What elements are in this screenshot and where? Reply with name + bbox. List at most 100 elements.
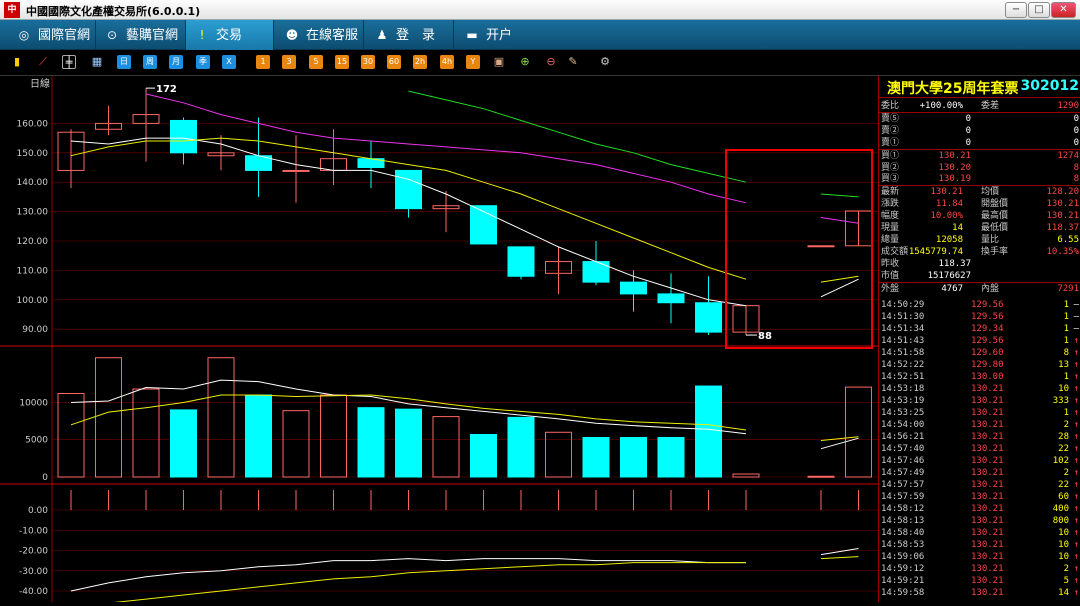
nav-official-site[interactable]: ◎ 國際官網 [8, 20, 96, 50]
candle-body [657, 293, 685, 304]
quote-value: 0 [965, 137, 971, 148]
calendar-icon[interactable]: ▦ [90, 55, 104, 69]
tick-price: 129.34 [971, 324, 1004, 334]
tick-time: 14:57:57 [881, 480, 925, 490]
tick-direction: — [1073, 324, 1079, 334]
quote-panel: 澳門大學25周年套票 302012 委比 +100.00% 委差 1290 賣⑤ 0 0 賣②… [878, 76, 1080, 602]
volume-bar [170, 409, 197, 478]
macd-tick-label: -30.00 [19, 567, 48, 577]
tick-volume: 1 [1063, 408, 1069, 418]
minute-60-button[interactable]: 60 [387, 55, 401, 69]
tick-volume: 10 [1058, 384, 1069, 394]
period-week-button[interactable]: 周 [143, 55, 157, 69]
quote-value-2: 8 [1073, 162, 1079, 173]
quote-row: 賣② 0 0 [879, 125, 1080, 137]
kline-chart-svg[interactable]: 日線 160.00 150.00 140.00 130.00 120.00 110.00 1… [0, 76, 878, 606]
tick-direction: ↑ [1073, 588, 1079, 598]
trade-tick-row: 14:57:57 130.21 22 ↑ [879, 479, 1080, 491]
quote-value: 10.00% [930, 211, 963, 222]
nav-label: 國際官網 [38, 28, 91, 43]
gear-icon[interactable]: ⚙ [598, 55, 612, 69]
quote-label-2: 量比 [981, 234, 1000, 245]
bar-chart-icon[interactable]: ▮ [10, 55, 24, 69]
maximize-button[interactable]: □ [1028, 2, 1050, 18]
hour-4-button[interactable]: 4h [440, 55, 454, 69]
volume-bar [395, 408, 422, 478]
quote-row: 買① 130.21 1274 [879, 150, 1080, 162]
quote-value: 1545779.74 [908, 246, 963, 257]
quote-value-2: 0 [1073, 125, 1079, 136]
quote-header: 澳門大學25周年套票 302012 [879, 76, 1080, 98]
quote-value-2: 0 [1073, 113, 1079, 124]
trade-tick-row: 14:56:21 130.21 28 ↑ [879, 431, 1080, 443]
trade-tick-row: 14:59:06 130.21 10 ↑ [879, 551, 1080, 563]
nav-support[interactable]: ☻ 在線客服 [276, 20, 364, 50]
line-chart-icon[interactable]: ⟋ [36, 55, 50, 69]
zoom-out-icon[interactable]: ⊖ [544, 55, 558, 69]
quote-row: 漲跌 11.84 開盤價 130.21 [879, 198, 1080, 210]
period-quarter-button[interactable]: 季 [196, 55, 210, 69]
zoom-in-icon[interactable]: ⊕ [518, 55, 532, 69]
tick-volume: 800 [1052, 516, 1069, 526]
picture-icon[interactable]: ▣ [492, 55, 506, 69]
volume-bar [582, 436, 610, 478]
quote-value-2: 10.35% [1046, 246, 1079, 257]
period-label: 日線 [30, 77, 50, 90]
hour-2-button[interactable]: 2h [413, 55, 427, 69]
quote-row: 現量 14 最低價 118.37 [879, 222, 1080, 234]
trade-tick-row: 14:57:46 130.21 102 ↑ [879, 455, 1080, 467]
trade-tick-row: 14:53:25 130.21 1 ↑ [879, 407, 1080, 419]
close-button[interactable]: ✕ [1051, 2, 1076, 18]
period-x-button[interactable]: X [222, 55, 236, 69]
candlestick-icon[interactable]: ╪ [62, 55, 76, 69]
draw-icon[interactable]: ✎ [566, 55, 580, 69]
trade-tick-row: 14:58:12 130.21 400 ↑ [879, 503, 1080, 515]
minimize-button[interactable]: − [1005, 2, 1027, 18]
tick-direction: ↑ [1073, 408, 1079, 418]
minute-15-button[interactable]: 15 [335, 55, 349, 69]
tick-price: 130.21 [971, 432, 1004, 442]
volume-tick-label: 0 [42, 473, 48, 483]
tick-time: 14:51:43 [881, 336, 925, 346]
tick-volume: 10 [1058, 552, 1069, 562]
tick-direction: — [1073, 312, 1079, 322]
quote-row: 賣① 0 0 [879, 137, 1080, 149]
macd-tick-label: 0.00 [28, 506, 48, 516]
tick-time: 14:56:21 [881, 432, 925, 442]
minute-30-button[interactable]: 30 [361, 55, 375, 69]
tick-time: 14:57:40 [881, 444, 925, 454]
tick-volume: 60 [1058, 492, 1069, 502]
tick-time: 14:54:00 [881, 420, 925, 430]
nav-trade[interactable]: ! 交易 [186, 20, 274, 50]
period-month-button[interactable]: 月 [169, 55, 183, 69]
period-day-button[interactable]: 日 [117, 55, 131, 69]
tick-direction: ↑ [1073, 516, 1079, 526]
minute-3-button[interactable]: 3 [282, 55, 296, 69]
tick-price: 130.21 [971, 528, 1004, 538]
tick-time: 14:52:22 [881, 360, 925, 370]
link-icon: ⊙ [106, 28, 118, 42]
tick-time: 14:59:21 [881, 576, 925, 586]
trade-tick-row: 14:54:00 130.21 2 ↑ [879, 419, 1080, 431]
volume-bar [620, 436, 647, 478]
nav-open-account[interactable]: ▬ 开户 [456, 20, 546, 50]
nav-login[interactable]: ♟ 登 录 [366, 20, 454, 50]
quote-row: 最新 130.21 均價 128.20 [879, 186, 1080, 198]
tick-direction: ↑ [1073, 420, 1079, 430]
candle-body [807, 245, 835, 248]
tick-time: 14:53:19 [881, 396, 925, 406]
tick-volume: 22 [1058, 444, 1069, 454]
tick-time: 14:59:12 [881, 564, 925, 574]
quote-value-2: 6.55 [1057, 234, 1079, 245]
chart-toolbar: ▮ ⟋ ╪ ▦ 日 周 月 季 X 1 3 5 15 30 60 2h 4h Y… [0, 50, 1080, 76]
minute-1-button[interactable]: 1 [256, 55, 270, 69]
quote-label: 漲跌 [881, 199, 900, 210]
year-button[interactable]: Y [466, 55, 480, 69]
tick-time: 14:53:18 [881, 384, 925, 394]
tick-time: 14:58:40 [881, 528, 925, 538]
minute-5-button[interactable]: 5 [309, 55, 323, 69]
quote-value: +100.00% [919, 101, 963, 111]
trade-tick-row: 14:50:29 129.56 1 — [879, 299, 1080, 311]
price-tick-label: 150.00 [17, 149, 49, 159]
nav-art-site[interactable]: ⊙ 藝購官網 [96, 20, 186, 50]
